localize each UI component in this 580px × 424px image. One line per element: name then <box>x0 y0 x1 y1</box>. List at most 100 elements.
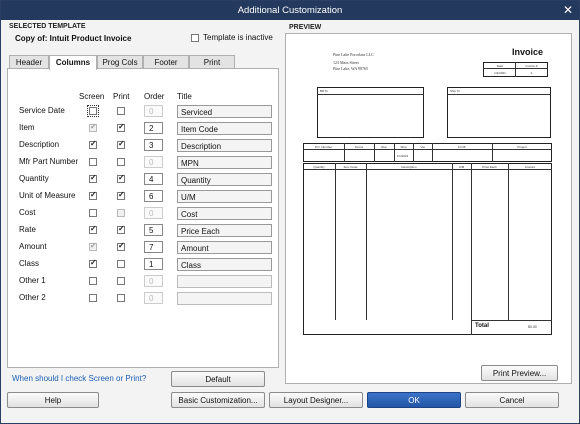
screen-checkbox-unit-of-measure[interactable] <box>89 190 97 200</box>
meta-header-2: Rep <box>381 145 387 149</box>
meta-divider <box>413 143 414 162</box>
title-field-description[interactable]: Description <box>177 139 272 152</box>
title-field-quantity[interactable]: Quantity <box>177 173 272 186</box>
print-checkbox-unit-of-measure[interactable] <box>117 190 125 200</box>
order-field-unit-of-measure[interactable]: 6 <box>144 190 163 202</box>
order-column-header: Order <box>144 92 165 101</box>
meta-divider <box>432 143 433 162</box>
screen-column-header: Screen <box>79 92 105 101</box>
template-inactive-checkbox[interactable] <box>191 34 199 42</box>
title-field-cost[interactable]: Cost <box>177 207 272 220</box>
meta-header-4: Via <box>420 145 425 149</box>
row-label-amount: Amount <box>19 242 47 251</box>
order-field-mfr-part-number[interactable]: 0 <box>144 156 163 168</box>
title-field-other-2[interactable] <box>177 292 272 305</box>
screen-checkbox-amount[interactable] <box>89 241 97 251</box>
basic-customization-button[interactable]: Basic Customization... <box>171 392 265 408</box>
print-checkbox-mfr-part-number[interactable] <box>117 158 125 166</box>
meta-divider <box>394 143 395 162</box>
print-checkbox-quantity[interactable] <box>117 173 125 183</box>
order-field-class[interactable]: 1 <box>144 258 163 270</box>
order-field-item[interactable]: 2 <box>144 122 163 134</box>
title-field-rate[interactable]: Price Each <box>177 224 272 237</box>
company-name: Pine Lake Porcelain LLC <box>333 52 374 57</box>
title-field-class[interactable]: Class <box>177 258 272 271</box>
print-column-header: Print <box>113 92 130 101</box>
meta-header-1: Terms <box>354 145 364 149</box>
default-button[interactable]: Default <box>171 371 265 387</box>
help-button[interactable]: Help <box>7 392 99 408</box>
row-label-cost: Cost <box>19 208 36 217</box>
total-label: Total <box>475 323 489 329</box>
title-field-service-date[interactable]: Serviced <box>177 105 272 118</box>
print-checkbox-rate[interactable] <box>117 224 125 234</box>
row-label-unit-of-measure: Unit of Measure <box>19 191 76 200</box>
screen-checkbox-description[interactable] <box>89 139 97 149</box>
row-label-other-2: Other 2 <box>19 293 46 302</box>
print-checkbox-service-date[interactable] <box>117 107 125 115</box>
order-field-rate[interactable]: 5 <box>144 224 163 236</box>
tab-footer[interactable]: Footer <box>143 55 189 69</box>
print-checkbox-amount[interactable] <box>117 241 125 251</box>
order-field-other-2[interactable]: 0 <box>144 292 163 304</box>
line-header-1: Item Code <box>343 165 358 169</box>
title-bar: Additional Customization ✕ <box>1 1 579 20</box>
title-field-other-1[interactable] <box>177 275 272 288</box>
meta-header-5: F.O.B. <box>457 145 467 149</box>
meta-header-6: Project <box>517 145 527 149</box>
dialog-footer: Help Basic Customization... Layout Desig… <box>1 388 579 423</box>
order-field-quantity[interactable]: 4 <box>144 173 163 185</box>
order-field-other-1[interactable]: 0 <box>144 275 163 287</box>
ship-to-label: Ship To <box>450 89 460 93</box>
invoice-doc-title: Invoice <box>512 47 544 57</box>
layout-designer-button[interactable]: Layout Designer... <box>269 392 363 408</box>
screen-checkbox-cost[interactable] <box>89 209 97 217</box>
bill-to-label: Bill To <box>320 89 328 93</box>
invoice-number-value: 2 <box>530 71 533 75</box>
company-address-line2: Pine Lake, WA 98765 <box>333 66 369 71</box>
screen-checkbox-rate[interactable] <box>89 224 97 234</box>
tab-columns[interactable]: Columns <box>49 55 97 70</box>
print-checkbox-class[interactable] <box>117 260 125 268</box>
line-divider <box>452 163 453 320</box>
print-checkbox-other-2[interactable] <box>117 294 125 302</box>
ok-button[interactable]: OK <box>367 392 461 408</box>
print-checkbox-item[interactable] <box>117 122 125 132</box>
screen-checkbox-quantity[interactable] <box>89 173 97 183</box>
line-items-box <box>303 163 552 335</box>
screen-checkbox-class[interactable] <box>89 258 97 268</box>
cancel-button[interactable]: Cancel <box>465 392 559 408</box>
screen-checkbox-mfr-part-number[interactable] <box>89 158 97 166</box>
print-checkbox-description[interactable] <box>117 139 125 149</box>
order-field-cost[interactable]: 0 <box>144 207 163 219</box>
title-field-mfr-part-number[interactable]: MPN <box>177 156 272 169</box>
screen-checkbox-other-1[interactable] <box>89 277 97 285</box>
row-label-item: Item <box>19 123 35 132</box>
screen-print-help-link[interactable]: When should I check Screen or Print? <box>12 374 146 383</box>
print-checkbox-other-1[interactable] <box>117 277 125 285</box>
order-field-amount[interactable]: 7 <box>144 241 163 253</box>
order-field-service-date[interactable]: 0 <box>144 105 163 117</box>
row-label-other-1: Other 1 <box>19 276 46 285</box>
selected-template-label: SELECTED TEMPLATE <box>9 23 86 30</box>
order-field-description[interactable]: 3 <box>144 139 163 151</box>
title-field-amount[interactable]: Amount <box>177 241 272 254</box>
template-name: Copy of: Intuit Product Invoice <box>15 34 132 43</box>
screen-checkbox-other-2[interactable] <box>89 294 97 302</box>
tab-print[interactable]: Print <box>189 55 235 69</box>
meta-divider <box>492 143 493 162</box>
row-label-quantity: Quantity <box>19 174 49 183</box>
total-value: $0.00 <box>528 325 537 329</box>
line-header-3: U/M <box>458 165 465 169</box>
print-checkbox-cost[interactable] <box>117 209 125 217</box>
print-preview-button[interactable]: Print Preview... <box>481 365 558 381</box>
screen-checkbox-item[interactable] <box>89 122 97 132</box>
line-divider <box>335 163 336 320</box>
screen-checkbox-service-date[interactable] <box>87 105 99 117</box>
close-icon[interactable]: ✕ <box>563 3 573 17</box>
ship-date-value: 1/1/2021 <box>396 154 409 158</box>
tab-header[interactable]: Header <box>9 55 49 69</box>
tab-prog-cols[interactable]: Prog Cols <box>97 55 143 69</box>
title-field-item[interactable]: Item Code <box>177 122 272 135</box>
title-field-unit-of-measure[interactable]: U/M <box>177 190 272 203</box>
